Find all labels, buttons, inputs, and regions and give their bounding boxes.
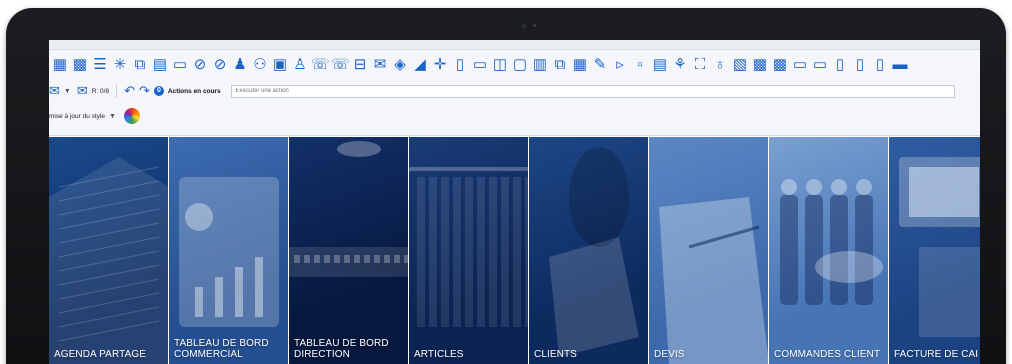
- tile-label: TABLEAU DE BORD DIRECTION: [294, 338, 389, 360]
- application-screen: ▦ ▩ ☰ ✳ ⧉ ▤ ▭ ⊘ ⊘ ♟ ⚇ ▣ ♙ ☏ ☏ ⊟ ✉ ◈ ◢ ✛ ▯ ▭ ◫ ▢ ▥ ⧉ ▦ ✎ ▹ ▫ ▤ ⚘ ⛶ ♁ ▧ ▩ ▩ ▭ ▭ ▯…: [49, 40, 980, 364]
- phone-icon[interactable]: ☏: [311, 56, 330, 74]
- module-tile[interactable]: CLIENTS: [529, 137, 649, 364]
- bar-chart-icon[interactable]: ◢: [411, 56, 429, 74]
- calculator-icon[interactable]: ▣: [271, 56, 289, 74]
- chevron-down-icon[interactable]: ▼: [109, 113, 116, 120]
- invoice-icon[interactable]: ▤: [651, 56, 669, 74]
- mail-icon[interactable]: ✉: [49, 83, 60, 99]
- tile-photo: [889, 137, 980, 364]
- ribbon-row-actions: ✉ ▼ ✉ R: 0/8 ↶ ↷ 0 Actions en cours: [49, 80, 980, 102]
- report-icon[interactable]: ▥: [531, 56, 549, 74]
- tile-label: CLIENTS: [534, 349, 577, 360]
- folder-icon[interactable]: ▭: [471, 56, 489, 74]
- folder-icon[interactable]: ▭: [791, 56, 809, 74]
- redo-icon[interactable]: ↷: [139, 83, 150, 99]
- truck-icon[interactable]: ▬: [891, 56, 909, 74]
- square-icon[interactable]: ▫: [631, 56, 649, 74]
- chart-icon[interactable]: ⧉: [551, 56, 569, 74]
- tile-label: COMMANDES CLIENT: [774, 349, 881, 360]
- tile-illustration: [179, 177, 279, 327]
- document-icon[interactable]: ▯: [871, 56, 889, 74]
- lightbulb-icon[interactable]: ♁: [711, 56, 729, 74]
- grid-icon[interactable]: ▩: [771, 56, 789, 74]
- module-tile[interactable]: ARTICLES: [409, 137, 529, 364]
- ribbon-toolbar: ▦ ▩ ☰ ✳ ⧉ ▤ ▭ ⊘ ⊘ ♟ ⚇ ▣ ♙ ☏ ☏ ⊟ ✉ ◈ ◢ ✛ ▯ ▭ ◫ ▢ ▥ ⧉ ▦ ✎ ▹ ▫ ▤ ⚘ ⛶ ♁ ▧ ▩ ▩ ▭ ▭ ▯…: [49, 40, 980, 136]
- tree-icon[interactable]: ⚘: [671, 56, 689, 74]
- person-icon[interactable]: ♙: [291, 56, 309, 74]
- actions-badge: 0: [153, 86, 164, 96]
- module-tile[interactable]: TABLEAU DE BORD COMMERCIAL: [169, 137, 289, 364]
- network-icon[interactable]: ⚇: [251, 56, 269, 74]
- grid-icon[interactable]: ▩: [71, 56, 89, 74]
- ribbon-tab-strip: [49, 40, 980, 50]
- tile-photo: [649, 137, 768, 364]
- table-icon[interactable]: ▦: [571, 56, 589, 74]
- tile-photo: [769, 137, 888, 364]
- color-palette-icon[interactable]: [123, 108, 140, 124]
- flow-icon[interactable]: ⛶: [691, 56, 709, 74]
- folder-icon[interactable]: ▭: [811, 56, 829, 74]
- tag-icon[interactable]: ⊘: [191, 56, 209, 74]
- list-icon[interactable]: ☰: [91, 56, 109, 74]
- page-icon[interactable]: ▢: [511, 56, 529, 74]
- tile-illustration: [899, 157, 980, 337]
- ribbon-divider: [49, 135, 980, 136]
- building-icon[interactable]: ▤: [151, 56, 169, 74]
- cube-icon[interactable]: ◈: [391, 56, 409, 74]
- tile-photo: [289, 137, 408, 364]
- mail-counter-icon[interactable]: ✉: [77, 83, 88, 99]
- users-icon[interactable]: ♟: [231, 56, 249, 74]
- chart-icon[interactable]: ⧉: [131, 56, 149, 74]
- ribbon-row-style: mise à jour du style ▼: [49, 106, 980, 126]
- module-tile[interactable]: TABLEAU DE BORD DIRECTION: [289, 137, 409, 364]
- tile-photo: [169, 137, 288, 364]
- divider: [116, 84, 118, 98]
- grid-icon[interactable]: ▩: [751, 56, 769, 74]
- tile-photo: [409, 137, 528, 364]
- camera-icon: [520, 22, 528, 30]
- clipboard-icon[interactable]: ▧: [731, 56, 749, 74]
- ribbon-icon-row: ▦ ▩ ☰ ✳ ⧉ ▤ ▭ ⊘ ⊘ ♟ ⚇ ▣ ♙ ☏ ☏ ⊟ ✉ ◈ ◢ ✛ ▯ ▭ ◫ ▢ ▥ ⧉ ▦ ✎ ▹ ▫ ▤ ⚘ ⛶ ♁ ▧ ▩ ▩ ▭ ▭ ▯…: [51, 52, 980, 78]
- wrench-icon[interactable]: ✎: [591, 56, 609, 74]
- chevron-down-icon[interactable]: ▼: [64, 88, 71, 95]
- document-icon[interactable]: ▯: [851, 56, 869, 74]
- module-tile[interactable]: DEVIS: [649, 137, 769, 364]
- folder-icon[interactable]: ▭: [171, 56, 189, 74]
- style-update-label[interactable]: mise à jour du style: [49, 113, 105, 120]
- tile-illustration: [409, 167, 528, 327]
- sparkle-icon[interactable]: ✳: [111, 56, 129, 74]
- tile-label: TABLEAU DE BORD COMMERCIAL: [174, 338, 269, 360]
- tile-illustration: [549, 147, 639, 357]
- tile-label: AGENDA PARTAGE: [54, 349, 146, 360]
- tag-icon[interactable]: ⊘: [211, 56, 229, 74]
- briefcase-icon[interactable]: ⊟: [351, 56, 369, 74]
- module-tile[interactable]: AGENDA PARTAGE: [49, 137, 169, 364]
- execute-action-input[interactable]: [230, 84, 955, 98]
- document-icon[interactable]: ▯: [831, 56, 849, 74]
- tile-photo: [49, 137, 168, 364]
- tile-photo: [529, 137, 648, 364]
- undo-icon[interactable]: ↶: [124, 83, 135, 99]
- tile-label: FACTURE DE CAI: [894, 349, 979, 360]
- tile-illustration: [289, 141, 408, 277]
- document-icon[interactable]: ▯: [451, 56, 469, 74]
- tile-label: DEVIS: [654, 349, 685, 360]
- module-tiles: AGENDA PARTAGE TABLEAU DE BORD COMMERCIAL…: [49, 137, 980, 364]
- module-tile[interactable]: COMMANDES CLIENT: [769, 137, 889, 364]
- action-counter: R: 0/8: [91, 87, 110, 95]
- tile-label: ARTICLES: [414, 349, 464, 360]
- table-icon[interactable]: ▦: [51, 56, 69, 74]
- tile-illustration: [49, 157, 168, 364]
- play-icon[interactable]: ▹: [611, 56, 629, 74]
- tile-illustration: [780, 179, 883, 305]
- move-icon[interactable]: ✛: [431, 56, 449, 74]
- mail-icon[interactable]: ✉: [371, 56, 389, 74]
- tile-illustration: [659, 197, 768, 364]
- phone-icon[interactable]: ☏: [331, 56, 350, 74]
- camera-sensor: [533, 24, 536, 27]
- module-tile[interactable]: FACTURE DE CAI: [889, 137, 980, 364]
- actions-in-progress-label[interactable]: Actions en cours: [168, 88, 221, 95]
- binoculars-icon[interactable]: ◫: [491, 56, 509, 74]
